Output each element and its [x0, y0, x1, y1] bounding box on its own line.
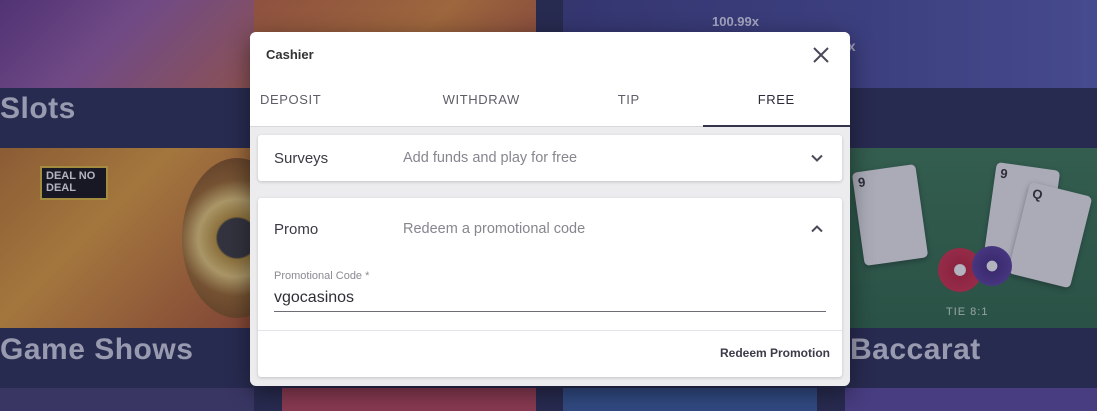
cashier-tabs: DEPOSIT WITHDRAW TIP FREE [250, 76, 850, 127]
promo-panel: Promo Redeem a promotional code Promotio… [258, 198, 842, 377]
surveys-header[interactable]: Surveys Add funds and play for free [258, 135, 842, 181]
surveys-title: Surveys [274, 150, 329, 167]
tab-free[interactable]: FREE [702, 76, 851, 127]
divider [258, 330, 842, 331]
promo-subtitle: Redeem a promotional code [403, 221, 586, 237]
dialog-title: Cashier [266, 47, 314, 62]
chevron-down-icon[interactable] [810, 151, 824, 165]
promo-header[interactable]: Promo Redeem a promotional code [258, 198, 842, 262]
close-icon[interactable] [810, 44, 832, 66]
chevron-up-icon[interactable] [810, 222, 824, 236]
promo-title: Promo [274, 221, 319, 238]
redeem-promotion-button[interactable]: Redeem Promotion [720, 346, 830, 360]
dialog-header: Cashier [250, 32, 850, 76]
tab-deposit[interactable]: DEPOSIT [250, 76, 408, 126]
tab-withdraw[interactable]: WITHDRAW [408, 76, 556, 126]
promo-code-field: Promotional Code * [274, 270, 826, 316]
surveys-panel: Surveys Add funds and play for free [258, 135, 842, 181]
promo-code-input[interactable] [274, 285, 826, 312]
cashier-dialog: Cashier DEPOSIT WITHDRAW TIP FREE Survey… [250, 32, 850, 386]
promo-code-label: Promotional Code * [274, 270, 370, 282]
surveys-subtitle: Add funds and play for free [403, 150, 578, 166]
tab-tip[interactable]: TIP [555, 76, 703, 126]
